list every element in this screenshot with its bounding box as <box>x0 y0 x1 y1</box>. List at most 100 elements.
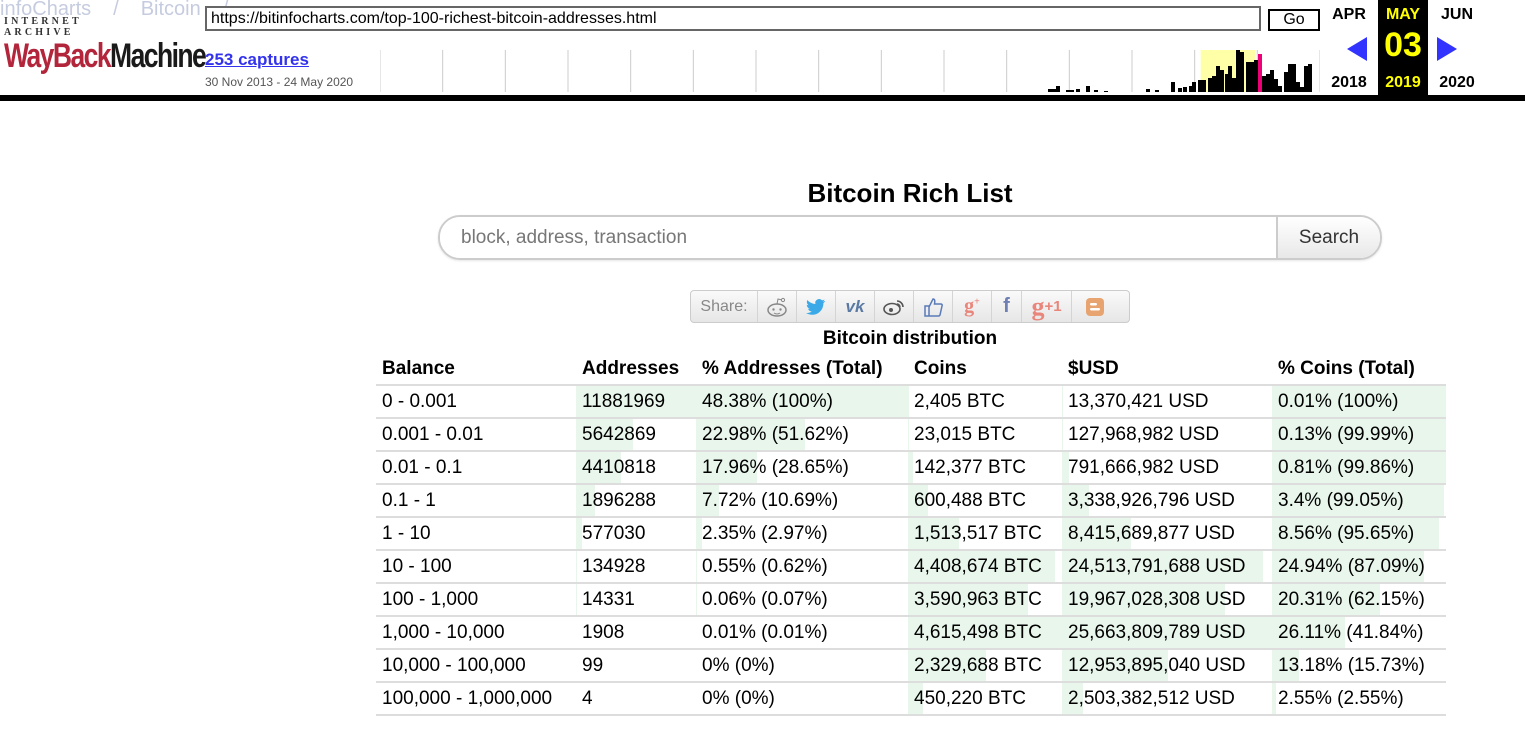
capture-bar[interactable] <box>1171 82 1175 92</box>
header-addresses[interactable]: Addresses <box>576 353 696 386</box>
wayback-logo[interactable]: INTERNET ARCHIVE WayBackMachine <box>4 16 207 74</box>
cell-text: 1,000 - 10,000 <box>382 621 505 643</box>
cell-pct-coins: 3.4% (99.05%) <box>1272 484 1446 518</box>
cell-balance: 100,000 - 1,000,000 <box>376 682 576 716</box>
header-balance[interactable]: Balance <box>376 353 576 386</box>
capture-bar[interactable] <box>1146 89 1150 92</box>
cell-addresses: 99 <box>576 649 696 683</box>
capture-bar[interactable] <box>1304 66 1308 92</box>
cell-text: 25,663,809,789 USD <box>1068 621 1246 643</box>
reddit-icon[interactable] <box>758 291 797 322</box>
capture-bar[interactable] <box>1292 64 1296 92</box>
capture-bar[interactable] <box>1066 90 1070 92</box>
cell-balance: 10,000 - 100,000 <box>376 649 576 683</box>
capture-bar[interactable] <box>1070 90 1074 92</box>
header-usd[interactable]: $USD <box>1062 353 1272 386</box>
capture-bar[interactable] <box>1262 76 1266 92</box>
cell-text: 7.72% (10.69%) <box>702 489 839 511</box>
capture-bar[interactable] <box>1202 80 1206 92</box>
capture-bar[interactable] <box>1094 90 1098 92</box>
google-plus-one-icon[interactable]: g +1 <box>1022 291 1072 322</box>
cell-pct-addresses: 17.96% (28.65%) <box>696 451 908 485</box>
capture-bar[interactable] <box>1056 86 1060 92</box>
header-pct-coins[interactable]: % Coins (Total) <box>1272 353 1446 386</box>
cell-usd: 127,968,982 USD <box>1062 418 1272 452</box>
capture-bar[interactable] <box>1236 50 1240 92</box>
capture-bar[interactable] <box>1076 89 1080 92</box>
header-coins[interactable]: Coins <box>908 353 1062 386</box>
capture-bar[interactable] <box>1250 62 1254 92</box>
next-month: JUN <box>1440 6 1473 23</box>
capture-bar[interactable] <box>1220 70 1224 92</box>
cell-pct-coins: 24.94% (87.09%) <box>1272 550 1446 584</box>
cell-pct-addresses: 0% (0%) <box>696 682 908 716</box>
cell-text: 99 <box>582 654 604 676</box>
capture-bar[interactable] <box>1178 88 1182 92</box>
cell-text: 100 - 1,000 <box>382 588 479 610</box>
cell-text: 19,967,028,308 USD <box>1068 588 1246 610</box>
cell-addresses: 4410818 <box>576 451 696 485</box>
vk-icon[interactable]: vk <box>836 291 875 322</box>
cell-text: 24.94% (87.09%) <box>1278 555 1425 577</box>
cell-usd: 13,370,421 USD <box>1062 385 1272 419</box>
capture-bar[interactable] <box>1300 87 1304 92</box>
captures-link[interactable]: 253 captures <box>205 50 309 70</box>
twitter-icon[interactable] <box>797 291 836 322</box>
like-icon[interactable] <box>914 291 953 322</box>
weibo-icon[interactable] <box>875 291 914 322</box>
facebook-icon[interactable]: f <box>992 291 1022 322</box>
blogger-icon[interactable] <box>1072 291 1118 322</box>
capture-bar[interactable] <box>1270 70 1274 92</box>
cell-coins: 4,615,498 BTC <box>908 616 1062 650</box>
calendar-next[interactable]: JUN 2020 <box>1431 0 1483 95</box>
cell-text: 0.81% (99.86%) <box>1278 456 1415 478</box>
cell-text: 3,590,963 BTC <box>914 588 1042 610</box>
cell-text: 20.31% (62.15%) <box>1278 588 1425 610</box>
search-input[interactable] <box>440 217 1278 258</box>
capture-bar[interactable] <box>1052 89 1056 92</box>
go-button[interactable]: Go <box>1268 9 1320 31</box>
capture-bar[interactable] <box>1198 80 1202 92</box>
capture-bar[interactable] <box>1258 54 1262 92</box>
table-row: 1,000 - 10,000 1908 0.01% (0.01%) 4,615,498… <box>376 616 1446 650</box>
capture-bar[interactable] <box>1240 52 1244 92</box>
cell-text: 100,000 - 1,000,000 <box>382 687 553 709</box>
capture-bar[interactable] <box>1216 66 1220 92</box>
capture-sparkline[interactable] <box>380 50 1320 92</box>
capture-bar[interactable] <box>1232 78 1236 92</box>
next-year: 2020 <box>1439 74 1475 91</box>
cell-text: 13.18% (15.73%) <box>1278 654 1425 676</box>
value-fill-bar <box>576 518 582 549</box>
capture-bar[interactable] <box>1296 82 1300 92</box>
capture-bar[interactable] <box>1208 78 1212 92</box>
capture-bar[interactable] <box>1104 91 1108 92</box>
capture-bar[interactable] <box>1274 79 1278 92</box>
capture-bar[interactable] <box>1183 87 1187 92</box>
capture-bar[interactable] <box>1228 66 1232 92</box>
header-pct-addresses[interactable]: % Addresses (Total) <box>696 353 908 386</box>
cell-pct-addresses: 48.38% (100%) <box>696 385 908 419</box>
capture-bar[interactable] <box>1048 89 1052 92</box>
capture-bar[interactable] <box>1288 64 1292 92</box>
cell-text: 24,513,791,688 USD <box>1068 555 1246 577</box>
capture-bar[interactable] <box>1266 74 1270 92</box>
capture-bar[interactable] <box>1246 62 1250 92</box>
capture-bar[interactable] <box>1284 72 1288 92</box>
cell-coins: 2,405 BTC <box>908 385 1062 419</box>
cell-text: 0 - 0.001 <box>382 390 457 412</box>
logo-internet-archive: INTERNET ARCHIVE <box>4 16 82 38</box>
capture-bar[interactable] <box>1278 86 1282 92</box>
google-plus-icon[interactable]: g+ <box>953 291 992 322</box>
prev-capture-arrow-icon[interactable] <box>1347 37 1367 61</box>
capture-bar[interactable] <box>1308 64 1312 92</box>
capture-bar[interactable] <box>1086 86 1090 92</box>
cell-addresses: 5642869 <box>576 418 696 452</box>
capture-bar[interactable] <box>1192 82 1196 92</box>
search-button[interactable]: Search <box>1276 217 1380 258</box>
value-fill-bar <box>908 452 913 483</box>
cell-addresses: 1908 <box>576 616 696 650</box>
capture-bar[interactable] <box>1155 90 1159 92</box>
capture-bar[interactable] <box>1254 60 1258 92</box>
url-input[interactable] <box>205 6 1261 31</box>
capture-bar[interactable] <box>1212 76 1216 92</box>
